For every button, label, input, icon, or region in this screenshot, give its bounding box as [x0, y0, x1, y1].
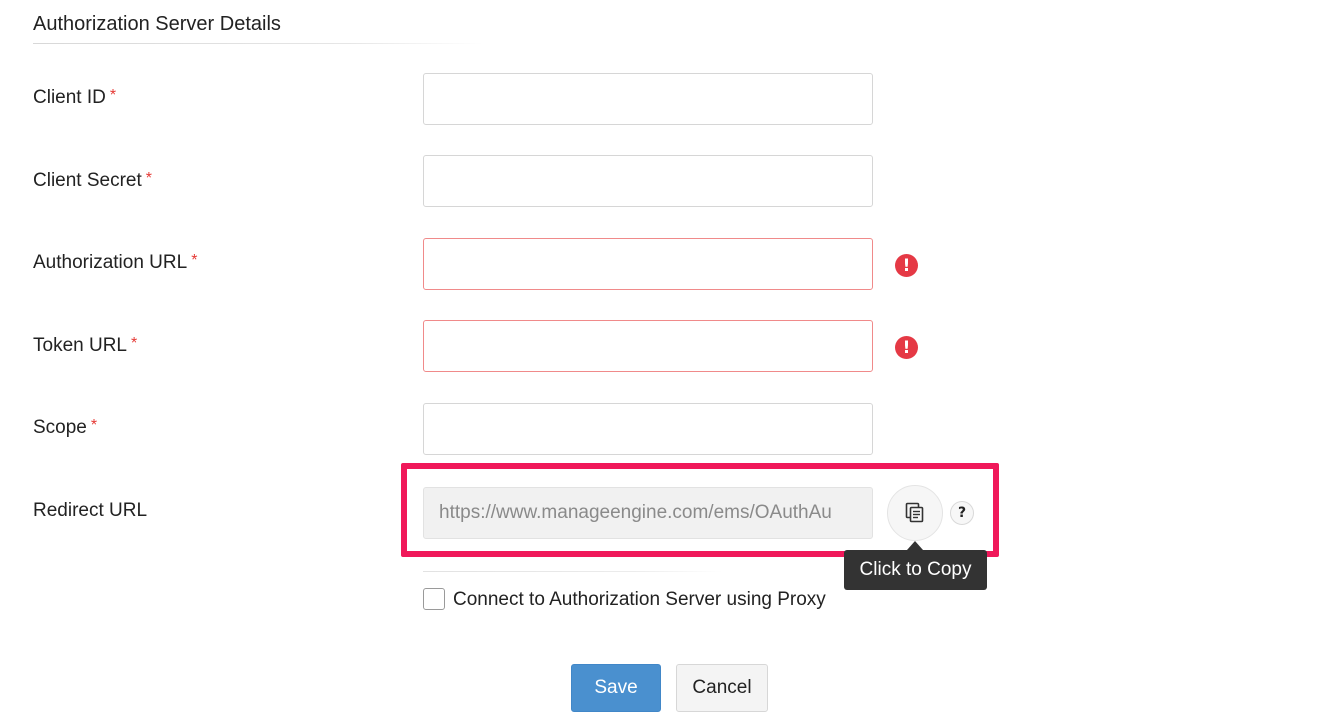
scope-label-text: Scope	[33, 417, 87, 438]
save-button[interactable]: Save	[571, 664, 661, 712]
help-icon[interactable]: ?	[950, 501, 974, 525]
client-id-label: Client ID *	[33, 87, 116, 109]
error-icon: !	[895, 254, 918, 277]
client-secret-input[interactable]	[423, 155, 873, 207]
proxy-checkbox-label[interactable]: Connect to Authorization Server using Pr…	[453, 589, 826, 611]
divider	[423, 571, 723, 572]
section-divider	[33, 43, 483, 44]
scope-label: Scope *	[33, 417, 97, 439]
client-secret-label-text: Client Secret	[33, 170, 142, 191]
token-url-input[interactable]	[423, 320, 873, 372]
copy-tooltip: Click to Copy	[844, 550, 987, 590]
section-title: Authorization Server Details	[33, 13, 281, 35]
copy-button[interactable]	[887, 485, 943, 541]
required-mark: *	[90, 417, 98, 434]
required-mark: *	[145, 170, 153, 187]
authorization-url-input[interactable]	[423, 238, 873, 290]
tooltip-arrow	[907, 541, 923, 550]
cancel-button[interactable]: Cancel	[676, 664, 768, 712]
client-id-input[interactable]	[423, 73, 873, 125]
client-secret-label: Client Secret *	[33, 170, 152, 192]
redirect-url-label: Redirect URL	[33, 500, 148, 521]
required-mark: *	[131, 335, 138, 352]
proxy-checkbox[interactable]	[423, 588, 445, 610]
token-url-label-text: Token URL	[33, 335, 127, 356]
copy-icon	[905, 502, 924, 523]
client-id-label-text: Client ID	[33, 87, 106, 108]
token-url-label: Token URL *	[33, 335, 137, 357]
required-mark: *	[109, 87, 117, 104]
required-mark: *	[191, 252, 198, 269]
authorization-url-label-text: Authorization URL	[33, 252, 188, 273]
authorization-url-label: Authorization URL *	[33, 252, 197, 274]
scope-input[interactable]	[423, 403, 873, 455]
error-icon: !	[895, 336, 918, 359]
